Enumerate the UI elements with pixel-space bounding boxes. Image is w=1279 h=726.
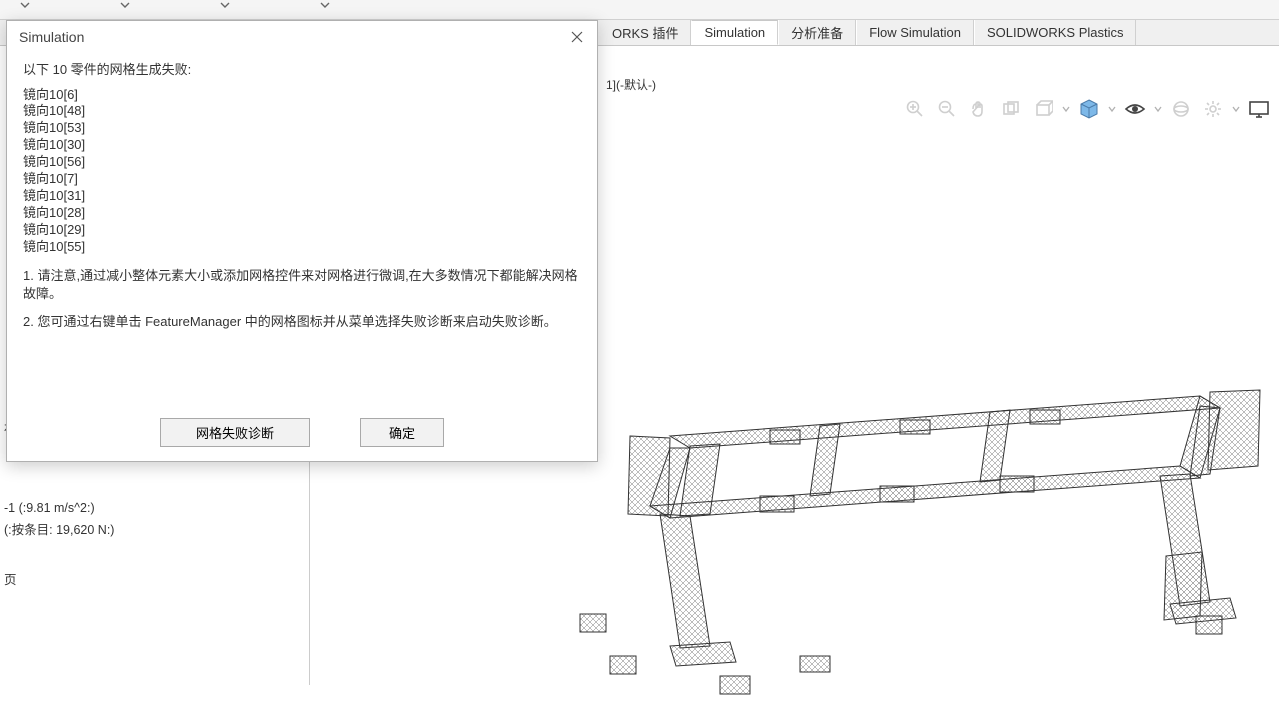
box-icon[interactable] <box>1029 96 1057 122</box>
mesh-failure-diagnose-button[interactable]: 网格失败诊断 <box>160 418 310 447</box>
failed-part-item: 镜向10[53] <box>23 120 581 137</box>
tree-label: 页 <box>0 568 21 589</box>
heads-up-view-toolbar <box>901 96 1273 122</box>
failed-parts-list: 镜向10[6]镜向10[48]镜向10[53]镜向10[30]镜向10[56]镜… <box>23 87 581 256</box>
dropdown-caret-icon[interactable] <box>1231 105 1241 113</box>
ribbon-caret-icon[interactable] <box>20 0 30 10</box>
dialog-note-1: 1. 请注意,通过减小整体元素大小或添加网格控件来对网格进行微调,在大多数情况下… <box>23 267 581 302</box>
tree-line-force: (:按条目: 19,620 N:) <box>0 518 118 539</box>
ribbon-caret-icon[interactable] <box>320 0 330 10</box>
grab-icon[interactable] <box>965 96 993 122</box>
tab-plastics[interactable]: SOLIDWORKS Plastics <box>974 20 1137 45</box>
config-name-text: 1](-默认-) <box>606 76 656 93</box>
failed-part-item: 镜向10[30] <box>23 137 581 154</box>
tab-flow-simulation[interactable]: Flow Simulation <box>856 20 974 45</box>
zoom-out-icon[interactable] <box>933 96 961 122</box>
cube-icon[interactable] <box>1075 96 1103 122</box>
failed-part-item: 镜向10[48] <box>23 103 581 120</box>
failed-part-item: 镜向10[29] <box>23 222 581 239</box>
dropdown-caret-icon[interactable] <box>1153 105 1163 113</box>
settings-icon[interactable] <box>1199 96 1227 122</box>
tree-line-gravity: -1 (:9.81 m/s^2:) <box>0 500 99 516</box>
close-icon[interactable] <box>567 27 587 47</box>
tab-analysis-prep[interactable]: 分析准备 <box>778 20 856 45</box>
monitor-icon[interactable] <box>1245 96 1273 122</box>
ribbon-caret-icon[interactable] <box>220 0 230 10</box>
ribbon-caret-icon[interactable] <box>120 0 130 10</box>
tab-addins-partial[interactable]: ORKS 插件 <box>600 20 691 45</box>
dropdown-caret-icon[interactable] <box>1107 105 1117 113</box>
dialog-title: Simulation <box>19 29 84 45</box>
failed-part-item: 镜向10[56] <box>23 154 581 171</box>
eye-icon[interactable] <box>1121 96 1149 122</box>
failed-part-item: 镜向10[6] <box>23 87 581 104</box>
dialog-note-2: 2. 您可通过右键单击 FeatureManager 中的网格图标并从菜单选择失… <box>23 313 581 331</box>
ok-button[interactable]: 确定 <box>360 418 444 447</box>
failed-part-item: 镜向10[28] <box>23 205 581 222</box>
simulation-mesh-fail-dialog: Simulation 以下 10 零件的网格生成失败: 镜向10[6]镜向10[… <box>6 20 598 462</box>
section-icon[interactable] <box>997 96 1025 122</box>
failed-part-item: 镜向10[7] <box>23 171 581 188</box>
failed-part-item: 镜向10[55] <box>23 239 581 256</box>
sphere-icon[interactable] <box>1167 96 1195 122</box>
failed-part-item: 镜向10[31] <box>23 188 581 205</box>
mesh-model-render <box>560 346 1279 726</box>
zoom-in-icon[interactable] <box>901 96 929 122</box>
dialog-intro-text: 以下 10 零件的网格生成失败: <box>23 61 581 79</box>
tab-simulation[interactable]: Simulation <box>691 20 778 45</box>
ribbon-area <box>0 0 1279 20</box>
dropdown-caret-icon[interactable] <box>1061 105 1071 113</box>
